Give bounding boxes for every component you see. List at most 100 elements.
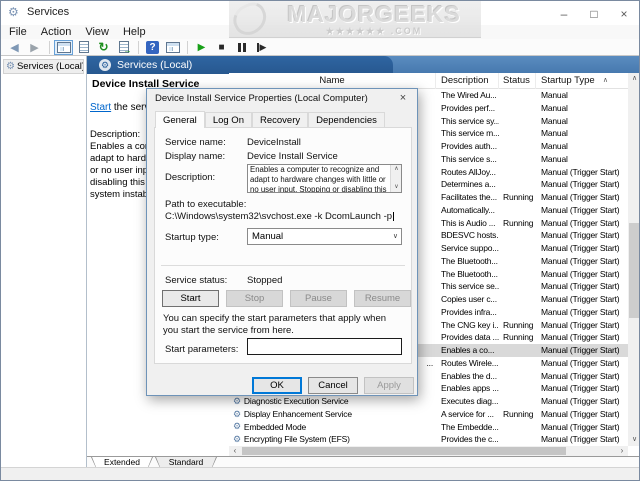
service-row[interactable]: ⚙Encrypting File System (EFS)Provides th… bbox=[229, 433, 628, 446]
service-name-text: ... bbox=[427, 357, 434, 370]
service-name-cell: ⚙Encrypting File System (EFS) bbox=[229, 433, 436, 446]
pause-service-icon[interactable] bbox=[232, 40, 251, 55]
scroll-down-icon[interactable]: ∨ bbox=[628, 434, 640, 446]
service-description-cell: Copies user c... bbox=[436, 293, 499, 306]
service-description-cell: Service suppo... bbox=[436, 242, 499, 255]
scroll-down-icon[interactable]: ∨ bbox=[391, 183, 402, 192]
restart-service-icon[interactable]: ▶ bbox=[252, 40, 271, 55]
service-status-label: Service status: bbox=[165, 275, 227, 286]
service-startup-cell: Manual (Trigger Start) bbox=[536, 319, 628, 332]
service-startup-cell: Manual (Trigger Start) bbox=[536, 408, 628, 421]
service-name-cell: ⚙Display Enhancement Service bbox=[229, 408, 436, 421]
scroll-left-icon[interactable]: ‹ bbox=[229, 446, 241, 456]
vertical-scroll-thumb[interactable] bbox=[629, 223, 640, 318]
column-header-status[interactable]: Status bbox=[499, 73, 536, 89]
service-status-cell bbox=[499, 433, 536, 446]
view-tab-extended[interactable]: Extended bbox=[91, 457, 153, 468]
vertical-scrollbar[interactable]: ∧ ∨ bbox=[628, 73, 640, 446]
service-description-text: Description:Enables a compuadapt to hard… bbox=[90, 129, 148, 201]
view-tabs-strip: ExtendedStandard bbox=[87, 456, 640, 467]
services-app-icon: ⚙ bbox=[8, 5, 19, 19]
dialog-close-icon[interactable]: × bbox=[389, 89, 417, 108]
service-status-cell: Running bbox=[499, 319, 536, 332]
horizontal-scroll-thumb[interactable] bbox=[242, 447, 566, 455]
service-startup-cell: Manual bbox=[536, 89, 628, 102]
textarea-scrollbar[interactable]: ∧ ∨ bbox=[390, 165, 401, 192]
minimize-icon[interactable]: – bbox=[549, 1, 579, 27]
service-status-cell bbox=[499, 370, 536, 383]
back-icon[interactable]: ◀ bbox=[5, 40, 24, 55]
service-row[interactable]: ⚙Embedded ModeThe Embedde...Manual (Trig… bbox=[229, 421, 628, 434]
column-header-startup-type[interactable]: Startup Type ∧ bbox=[536, 73, 628, 89]
start-service-button[interactable]: Start bbox=[162, 290, 219, 307]
service-description-cell: The Bluetooth... bbox=[436, 268, 499, 281]
service-startup-cell: Manual (Trigger Start) bbox=[536, 382, 628, 395]
description-line: disabling this ser bbox=[90, 177, 148, 189]
service-row[interactable]: ⚙Diagnostic Execution ServiceExecutes di… bbox=[229, 395, 628, 408]
dialog-tabs: GeneralLog OnRecoveryDependencies bbox=[155, 110, 385, 127]
services-icon: ⚙ bbox=[6, 61, 15, 72]
menu-view[interactable]: View bbox=[85, 26, 109, 38]
startup-type-dropdown[interactable]: Manual ∨ bbox=[247, 228, 402, 245]
maximize-icon[interactable]: □ bbox=[579, 1, 609, 27]
stop-service-icon[interactable]: ■ bbox=[212, 40, 231, 55]
view-tab-standard[interactable]: Standard bbox=[155, 457, 217, 468]
column-header-description[interactable]: Description bbox=[436, 73, 499, 89]
dialog-tab-log-on[interactable]: Log On bbox=[205, 112, 252, 127]
scroll-right-icon[interactable]: › bbox=[616, 446, 628, 456]
service-startup-cell: Manual (Trigger Start) bbox=[536, 331, 628, 344]
service-description-cell: This service se... bbox=[436, 280, 499, 293]
show-action-pane-icon[interactable] bbox=[163, 40, 182, 55]
ok-button[interactable]: OK bbox=[252, 377, 302, 394]
dialog-tab-dependencies[interactable]: Dependencies bbox=[308, 112, 385, 127]
properties-dialog: Device Install Service Properties (Local… bbox=[146, 88, 418, 396]
display-name-label: Display name: bbox=[165, 151, 225, 162]
service-gear-icon: ⚙ bbox=[233, 410, 241, 419]
column-header-name[interactable]: Name bbox=[229, 73, 436, 89]
service-startup-cell: Manual (Trigger Start) bbox=[536, 217, 628, 230]
description-textarea[interactable]: Enables a computer to recognize and adap… bbox=[247, 164, 402, 193]
service-status-cell bbox=[499, 421, 536, 434]
scroll-up-icon[interactable]: ∧ bbox=[628, 73, 640, 85]
tree-item-label: Services (Local) bbox=[17, 61, 84, 72]
service-startup-cell: Manual bbox=[536, 102, 628, 115]
service-description-cell: Routes AllJoy... bbox=[436, 166, 499, 179]
start-parameters-label: Start parameters: bbox=[165, 344, 238, 355]
watermark-subtext: ★★★★★★ .COM bbox=[267, 27, 481, 36]
view-tab-label: Standard bbox=[155, 457, 217, 468]
service-description-cell: This is Audio ... bbox=[436, 217, 499, 230]
export-list-icon[interactable] bbox=[114, 40, 133, 55]
start-parameters-input[interactable] bbox=[247, 338, 402, 355]
forward-icon[interactable]: ▶ bbox=[25, 40, 44, 55]
properties-icon[interactable] bbox=[74, 40, 93, 55]
help-icon[interactable]: ? bbox=[143, 40, 162, 55]
close-icon[interactable]: × bbox=[609, 1, 639, 27]
chevron-down-icon: ∨ bbox=[393, 229, 398, 244]
service-description-cell: Executes diag... bbox=[436, 395, 499, 408]
service-description-cell: The Wired Au... bbox=[436, 89, 499, 102]
service-status-cell bbox=[499, 140, 536, 153]
service-status-cell bbox=[499, 166, 536, 179]
service-name-text: Encrypting File System (EFS) bbox=[244, 433, 350, 446]
start-service-link[interactable]: Start bbox=[90, 102, 111, 113]
service-startup-cell: Manual (Trigger Start) bbox=[536, 280, 628, 293]
refresh-icon[interactable]: ↻ bbox=[94, 40, 113, 55]
menu-file[interactable]: File bbox=[9, 26, 27, 38]
service-row[interactable]: ⚙Display Enhancement ServiceA service fo… bbox=[229, 408, 628, 421]
show-console-tree-icon[interactable] bbox=[54, 40, 73, 55]
start-parameters-help: You can specify the start parameters tha… bbox=[163, 313, 403, 336]
scroll-up-icon[interactable]: ∧ bbox=[391, 165, 402, 174]
service-description-cell: The Embedde... bbox=[436, 421, 499, 434]
service-description-cell: Enables apps ... bbox=[436, 382, 499, 395]
service-status-cell: Running bbox=[499, 217, 536, 230]
horizontal-scrollbar[interactable]: ‹ › bbox=[229, 446, 628, 456]
dialog-tab-general[interactable]: General bbox=[155, 111, 205, 128]
dialog-tab-recovery[interactable]: Recovery bbox=[252, 112, 308, 127]
menu-help[interactable]: Help bbox=[123, 26, 146, 38]
cancel-button[interactable]: Cancel bbox=[308, 377, 358, 394]
service-description-cell: Facilitates the... bbox=[436, 191, 499, 204]
service-status-cell bbox=[499, 280, 536, 293]
menu-action[interactable]: Action bbox=[41, 26, 72, 38]
start-service-icon[interactable]: ▶ bbox=[192, 40, 211, 55]
tree-item-services-local[interactable]: ⚙ Services (Local) bbox=[3, 59, 84, 74]
